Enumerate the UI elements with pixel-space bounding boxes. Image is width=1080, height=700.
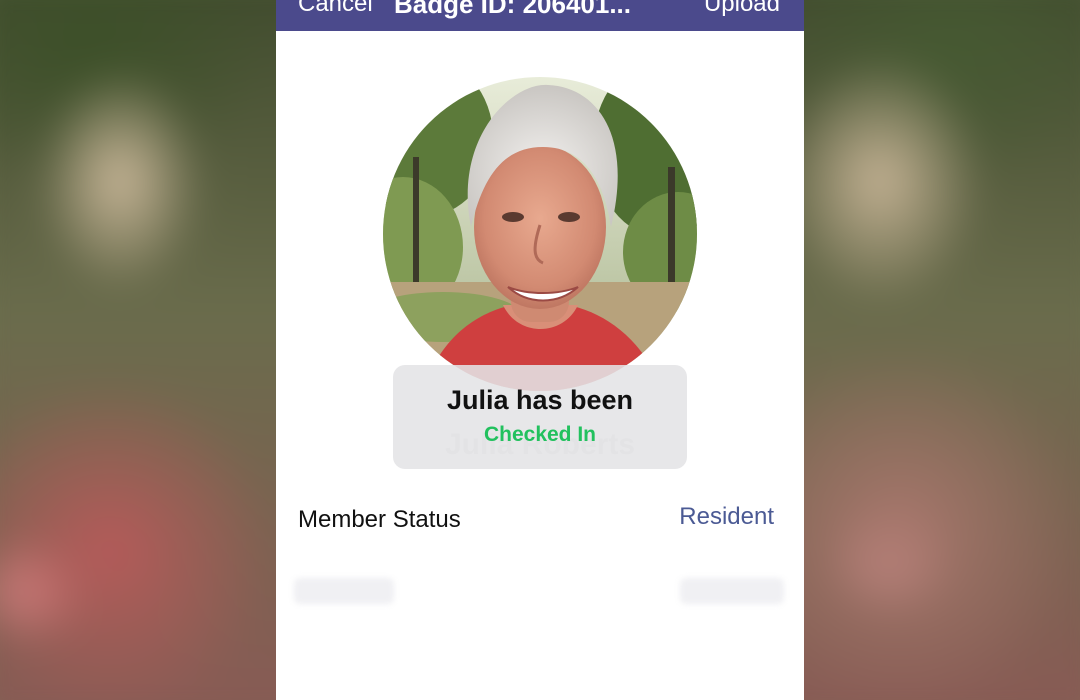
checkin-card: Cancel Badge ID: 206401... Upload Julia … bbox=[276, 0, 804, 700]
top-navigation-bar: Cancel Badge ID: 206401... Upload bbox=[276, 0, 804, 31]
badge-id-title: Badge ID: 206401... bbox=[394, 0, 631, 19]
member-avatar-photo[interactable] bbox=[383, 77, 697, 391]
checkin-confirmation-toast: Julia has been Checked In bbox=[393, 365, 687, 469]
avatar-image bbox=[383, 77, 697, 391]
faded-row-value-placeholder bbox=[680, 578, 784, 604]
screen: Cancel Badge ID: 206401... Upload Julia … bbox=[0, 0, 1080, 700]
upload-button[interactable]: Upload bbox=[704, 0, 780, 18]
member-status-label: Member Status bbox=[298, 506, 461, 533]
member-status-value[interactable]: Resident bbox=[679, 503, 774, 531]
toast-message: Julia has been bbox=[446, 385, 634, 415]
cancel-button[interactable]: Cancel bbox=[298, 0, 373, 18]
member-status-row: Member Status Resident bbox=[298, 503, 774, 543]
toast-status-text: Checked In bbox=[483, 423, 597, 446]
faded-row-label-placeholder bbox=[294, 578, 394, 604]
